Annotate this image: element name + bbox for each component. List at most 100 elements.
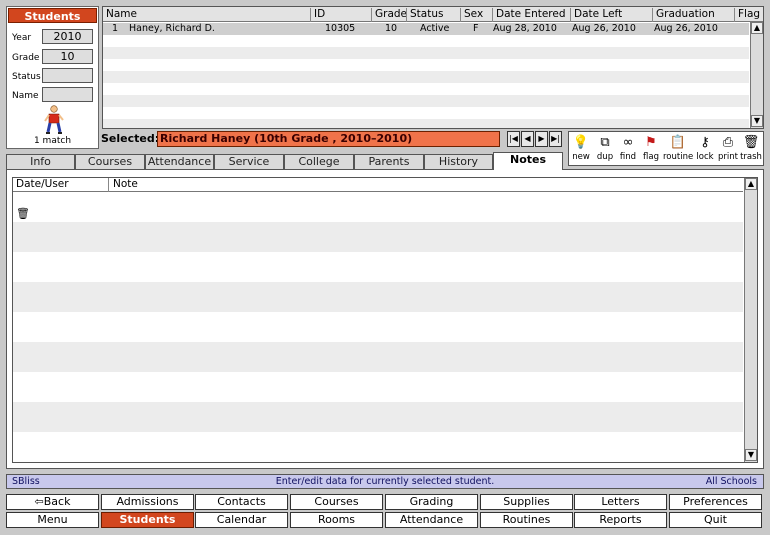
supplies-button[interactable]: Supplies xyxy=(480,494,573,510)
routine-label: routine xyxy=(663,152,694,162)
reports-button[interactable]: Reports xyxy=(574,512,667,528)
key-icon: ⚷ xyxy=(700,135,710,150)
column-header-graduation[interactable]: Graduation xyxy=(652,8,734,22)
next-record-icon[interactable]: ▶ xyxy=(535,131,548,147)
printer-icon: ⎙ xyxy=(722,135,734,150)
tab-history[interactable]: History xyxy=(424,154,493,169)
menu-button[interactable]: Menu xyxy=(6,512,99,528)
match-count: 1 match xyxy=(33,136,72,146)
scroll-down-icon[interactable]: ▼ xyxy=(751,115,763,127)
previous-record-icon[interactable]: ◀ xyxy=(521,131,534,147)
column-header-date-entered[interactable]: Date Entered xyxy=(492,8,570,22)
status-label: Status xyxy=(12,72,41,82)
empty-row xyxy=(103,107,749,119)
calendar-button[interactable]: Calendar xyxy=(195,512,288,528)
empty-row xyxy=(13,222,743,252)
empty-row xyxy=(103,47,749,59)
student-sex: F xyxy=(473,23,479,34)
new-button[interactable]: 💡 new xyxy=(569,134,593,165)
column-header-note[interactable]: Note xyxy=(108,178,138,192)
glasses-icon: ∞ xyxy=(622,135,634,150)
grading-button[interactable]: Grading xyxy=(385,494,478,510)
tab-notes[interactable]: Notes xyxy=(493,152,563,170)
notes-header: Date/User Note xyxy=(13,178,743,192)
student-id: 10305 xyxy=(325,23,356,34)
empty-row xyxy=(103,71,749,83)
column-header-date-left[interactable]: Date Left xyxy=(570,8,652,22)
back-button[interactable]: ⇦Back xyxy=(6,494,99,510)
preferences-button[interactable]: Preferences xyxy=(669,494,762,510)
student-status: Active xyxy=(420,23,450,34)
column-header-name[interactable]: Name xyxy=(103,8,137,22)
flag-icon: ⚑ xyxy=(645,135,657,150)
status-message: Enter/edit data for currently selected s… xyxy=(275,476,495,487)
column-header-date-user[interactable]: Date/User xyxy=(16,178,69,191)
column-header-status[interactable]: Status xyxy=(406,8,460,22)
tab-service[interactable]: Service xyxy=(214,154,284,169)
column-header-sex[interactable]: Sex xyxy=(460,8,492,22)
list-scrollbar[interactable]: ▲ ▼ xyxy=(750,22,763,128)
student-grade: 10 xyxy=(385,23,398,34)
routine-button[interactable]: 📋 routine xyxy=(663,134,693,165)
find-button[interactable]: ∞ find xyxy=(616,134,640,165)
flag-label: flag xyxy=(643,152,659,162)
scroll-up-icon[interactable]: ▲ xyxy=(745,178,757,190)
contacts-button[interactable]: Contacts xyxy=(195,494,288,510)
print-button[interactable]: ⎙ print xyxy=(716,134,740,165)
last-record-icon[interactable]: ▶| xyxy=(549,131,562,147)
name-label: Name xyxy=(12,91,39,101)
student-search-panel: Students Year 2010 Grade 10 Status Name … xyxy=(6,6,99,149)
notes-scrollbar[interactable]: ▲ ▼ xyxy=(744,178,757,462)
admissions-button[interactable]: Admissions xyxy=(101,494,194,510)
courses-button[interactable]: Courses xyxy=(290,494,383,510)
back-arrow-icon: ⇦ xyxy=(34,495,44,508)
trash-label: trash xyxy=(740,152,762,162)
empty-row xyxy=(13,282,743,312)
letters-button[interactable]: Letters xyxy=(574,494,667,510)
grade-field[interactable]: 10 xyxy=(42,49,93,64)
rooms-button[interactable]: Rooms xyxy=(290,512,383,528)
dup-button[interactable]: ⧉ dup xyxy=(593,134,617,165)
empty-row xyxy=(103,59,749,71)
grade-label: Grade xyxy=(12,53,40,63)
attendance-button[interactable]: Attendance xyxy=(385,512,478,528)
routines-button[interactable]: Routines xyxy=(480,512,573,528)
person-figure-icon xyxy=(44,105,64,134)
find-label: find xyxy=(619,152,637,162)
tab-info[interactable]: Info xyxy=(6,154,75,169)
empty-row xyxy=(13,312,743,342)
tab-parents[interactable]: Parents xyxy=(354,154,424,169)
empty-row xyxy=(13,402,743,432)
flag-button[interactable]: ⚑ flag xyxy=(639,134,663,165)
first-record-icon[interactable]: |◀ xyxy=(507,131,520,147)
tab-attendance[interactable]: Attendance xyxy=(145,154,214,169)
name-field[interactable] xyxy=(42,87,93,102)
column-header-flag[interactable]: Flag xyxy=(734,8,762,22)
lock-button[interactable]: ⚷ lock xyxy=(693,134,717,165)
status-bar: SBliss Enter/edit data for currently sel… xyxy=(6,474,764,489)
trash-icon: 🗑 xyxy=(742,135,760,150)
student-list: Name ID Grade Status Sex Date Entered Da… xyxy=(102,6,764,129)
status-scope: All Schools xyxy=(705,476,757,487)
empty-row xyxy=(103,95,749,107)
trash-button[interactable]: 🗑 trash xyxy=(739,134,763,165)
notes-list: Date/User Note 🗑 ▲ ▼ xyxy=(12,177,758,463)
date-left: Aug 26, 2010 xyxy=(572,23,636,34)
column-header-id[interactable]: ID xyxy=(310,8,371,22)
empty-row xyxy=(13,372,743,402)
tab-courses[interactable]: Courses xyxy=(75,154,145,169)
year-field[interactable]: 2010 xyxy=(42,29,93,44)
note-row[interactable]: 🗑 xyxy=(13,192,743,222)
status-field[interactable] xyxy=(42,68,93,83)
empty-row xyxy=(13,342,743,372)
tab-college[interactable]: College xyxy=(284,154,354,169)
student-row[interactable]: 1 Haney, Richard D. 10305 10 Active F Au… xyxy=(103,23,749,35)
column-header-grade[interactable]: Grade xyxy=(371,8,407,22)
students-button[interactable]: Students xyxy=(101,512,194,528)
scroll-down-icon[interactable]: ▼ xyxy=(745,449,757,461)
back-label: Back xyxy=(43,495,71,508)
trash-icon[interactable]: 🗑 xyxy=(16,207,30,220)
record-toolbar: 💡 new ⧉ dup ∞ find ⚑ flag 📋 routine ⚷ lo… xyxy=(568,131,764,166)
scroll-up-icon[interactable]: ▲ xyxy=(751,22,763,34)
quit-button[interactable]: Quit xyxy=(669,512,762,528)
